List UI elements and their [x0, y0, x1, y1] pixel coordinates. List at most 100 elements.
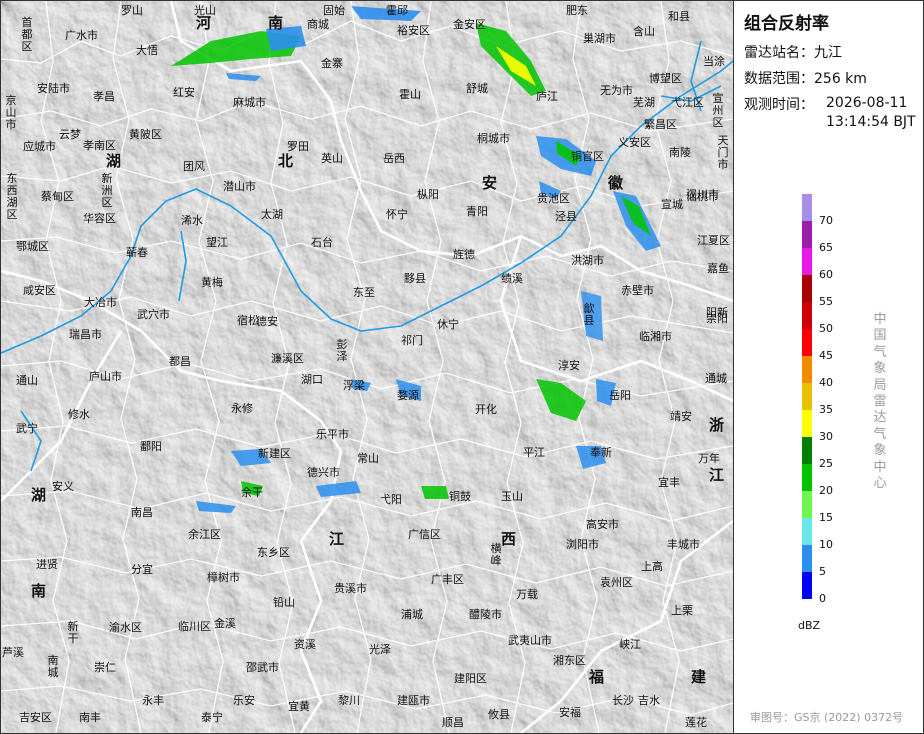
legend-tick-label: 15 — [819, 511, 833, 524]
place-label: 长沙 — [612, 694, 634, 707]
place-label: 绩溪 — [501, 272, 523, 285]
place-label: 咸安区 — [23, 284, 56, 297]
place-label: 太湖 — [261, 208, 283, 221]
place-label: 丰城市 — [667, 538, 700, 551]
place-label: 醴陵市 — [469, 608, 502, 621]
place-label: 义安区 — [618, 136, 651, 149]
time-clock: 13:14:54 BJT — [826, 114, 916, 130]
place-label: 光泽 — [369, 643, 391, 656]
place-label: 浠水 — [181, 214, 203, 227]
place-label: 无为市 — [600, 84, 633, 97]
place-label: 崇仁 — [94, 661, 116, 674]
place-label: 大悟 — [136, 44, 158, 57]
place-label: 庐江 — [536, 90, 558, 103]
place-label: 天门市 — [717, 134, 729, 171]
place-label: 华容区 — [83, 212, 116, 225]
place-label: 黎川 — [338, 694, 360, 707]
place-label: 资溪 — [294, 638, 316, 651]
place-label: 青阳 — [466, 205, 488, 218]
place-label: 红安 — [173, 86, 195, 99]
place-label: 横峰 — [490, 542, 502, 567]
station-label: 雷达站名： — [744, 45, 814, 61]
place-label: 铜官区 — [571, 150, 604, 163]
place-label: 瑞昌市 — [69, 328, 102, 341]
place-label: 宜丰 — [658, 476, 680, 489]
place-label: 蔡甸区 — [41, 190, 74, 203]
place-label: 上栗 — [671, 604, 693, 617]
place-label: 通山 — [16, 374, 38, 387]
place-label: 岳阳 — [609, 389, 631, 402]
place-label: 万年 — [698, 452, 720, 465]
organization-label: 中国气象局雷达气象中心 — [873, 312, 887, 492]
legend-swatch — [802, 356, 812, 383]
place-label: 东乡区 — [257, 546, 290, 559]
place-label: 芜湖 — [633, 96, 655, 109]
place-label: 永丰 — [142, 694, 164, 707]
place-label: 蕲春 — [126, 246, 148, 259]
radar-map[interactable]: 河南湖北安徽浙江湖南江西福建罗山 光山 固始 霍邱 金安区 肥东 和县 首都区 广水市 大悟 商城裕… — [1, 1, 734, 733]
place-label: 弋江区 — [671, 96, 704, 109]
place-label: 南陵 — [669, 146, 691, 159]
place-label: 德安 — [256, 315, 278, 328]
place-label: 南城 — [47, 654, 59, 679]
place-label: 麻城市 — [233, 96, 266, 109]
place-label: 婺源 — [397, 389, 419, 402]
legend-swatch — [802, 248, 812, 275]
legend-swatch — [802, 572, 812, 599]
place-label: 肥东 — [566, 4, 588, 17]
legend-swatch — [802, 275, 812, 302]
legend-tick-label: 55 — [819, 295, 833, 308]
place-label: 东至 — [353, 286, 375, 299]
legend-unit: dBZ — [798, 619, 821, 632]
place-label: 安陆市 — [37, 82, 70, 95]
place-label: 江夏区 — [697, 234, 730, 247]
place-label: 袁州区 — [600, 576, 633, 589]
place-label: 平江 — [523, 446, 545, 459]
place-label: 旌德 — [453, 248, 475, 261]
place-label: 商城 — [307, 18, 329, 31]
place-label: 光山 — [194, 4, 216, 17]
place-label: 广水市 — [65, 29, 98, 42]
place-label: 金安区 — [453, 18, 486, 31]
place-label: 黄梅 — [201, 276, 223, 289]
place-label: 常山 — [357, 452, 379, 465]
legend-swatch — [802, 302, 812, 329]
place-label: 和县 — [668, 10, 690, 23]
place-label: 孝昌 — [93, 90, 115, 103]
place-label: 余江区 — [188, 528, 221, 541]
place-label: 石台 — [311, 236, 333, 249]
province-label: 建 — [691, 668, 707, 686]
place-label: 洪湖市 — [571, 254, 604, 267]
place-label: 弋阳 — [380, 493, 402, 506]
place-label: 新建区 — [258, 447, 291, 460]
legend-tick-label: 40 — [819, 376, 833, 389]
place-label: 浏阳市 — [566, 538, 599, 551]
place-label: 贵池区 — [537, 192, 570, 205]
place-label: 英山 — [321, 152, 343, 165]
time-date: 2026-08-11 — [826, 95, 908, 111]
province-label: 河 — [196, 14, 212, 32]
place-label: 芦溪 — [2, 646, 24, 659]
place-label: 万载 — [516, 588, 538, 601]
place-label: 奉新 — [590, 446, 612, 459]
place-label: 团风 — [183, 160, 205, 173]
place-label: 含山 — [633, 25, 655, 38]
place-label: 新干 — [67, 620, 79, 645]
place-label: 罗山 — [121, 4, 143, 17]
place-label: 邵武市 — [246, 661, 279, 674]
place-label: 南丰 — [79, 711, 101, 724]
place-label: 武宁 — [16, 422, 38, 435]
legend-tick-label: 5 — [819, 565, 826, 578]
place-label: 鄱阳 — [140, 440, 162, 453]
legend-swatch — [802, 194, 812, 221]
place-label: 黟县 — [404, 272, 426, 285]
place-label: 彭泽 — [336, 338, 348, 363]
place-label: 庐山市 — [89, 370, 122, 383]
place-label: 武穴市 — [137, 308, 170, 321]
legend-swatch — [802, 518, 812, 545]
review-number: 审图号：GS京 (2022) 0372号 — [750, 711, 904, 724]
province-label: 江 — [709, 466, 725, 484]
place-label: 繁昌区 — [644, 118, 677, 131]
place-label: 峡江 — [619, 638, 641, 651]
place-label: 孝南区 — [83, 139, 116, 152]
